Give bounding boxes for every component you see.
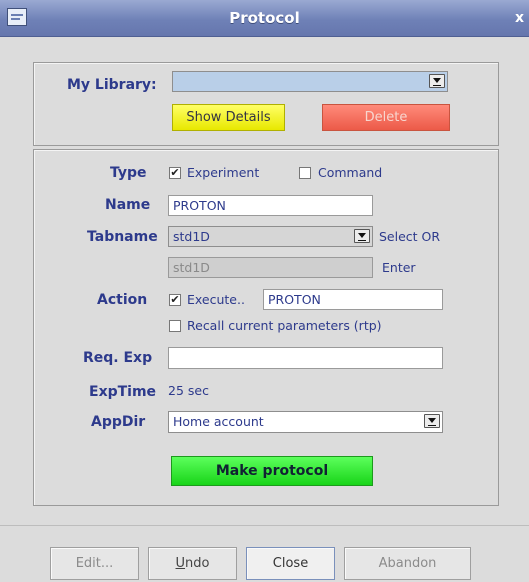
- experiment-checkbox[interactable]: ✔: [169, 167, 181, 179]
- name-input[interactable]: PROTON: [168, 195, 373, 216]
- library-select[interactable]: [172, 71, 448, 92]
- abandon-button[interactable]: Abandon: [344, 547, 471, 580]
- execute-checkbox[interactable]: ✔: [169, 294, 181, 306]
- close-button[interactable]: Close: [246, 547, 335, 580]
- delete-button[interactable]: Delete: [322, 104, 450, 131]
- enter-label: Enter: [382, 260, 416, 275]
- title-bar: Protocol x: [0, 0, 529, 37]
- execute-input[interactable]: PROTON: [263, 289, 443, 310]
- req-exp-input[interactable]: [168, 347, 443, 369]
- appdir-label: AppDir: [91, 414, 146, 430]
- show-details-button[interactable]: Show Details: [172, 104, 285, 131]
- exptime-label: ExpTime: [89, 384, 157, 400]
- appdir-selected-value: Home account: [173, 414, 264, 429]
- chevron-down-icon[interactable]: [424, 414, 440, 428]
- recall-label: Recall current parameters (rtp): [187, 318, 382, 333]
- close-window-icon[interactable]: x: [515, 10, 529, 26]
- make-protocol-button[interactable]: Make protocol: [171, 456, 373, 486]
- recall-checkbox[interactable]: [169, 320, 181, 332]
- experiment-label: Experiment: [187, 165, 260, 180]
- window-title: Protocol: [229, 9, 300, 27]
- library-label: My Library:: [67, 77, 157, 93]
- req-exp-label: Req. Exp: [83, 350, 153, 366]
- edit-button[interactable]: Edit...: [50, 547, 139, 580]
- tabname-enter-input[interactable]: std1D: [168, 257, 373, 278]
- exptime-value: 25 sec: [168, 383, 209, 398]
- chevron-down-icon[interactable]: [429, 74, 445, 88]
- chevron-down-icon[interactable]: [354, 229, 370, 243]
- type-label: Type: [110, 165, 147, 181]
- tabname-label: Tabname: [87, 229, 158, 245]
- command-label: Command: [318, 165, 383, 180]
- footer-separator: [0, 525, 529, 526]
- select-or-label: Select OR: [379, 229, 441, 244]
- appdir-select[interactable]: Home account: [168, 411, 443, 433]
- undo-mnemonic: U: [175, 556, 186, 571]
- undo-label-rest: ndo: [185, 556, 210, 571]
- tabname-select[interactable]: std1D: [168, 226, 373, 247]
- tabname-selected-value: std1D: [173, 229, 210, 244]
- command-checkbox[interactable]: [299, 167, 311, 179]
- undo-button[interactable]: Undo: [148, 547, 237, 580]
- name-label: Name: [105, 197, 151, 213]
- action-label: Action: [97, 292, 148, 308]
- execute-label: Execute..: [187, 292, 245, 307]
